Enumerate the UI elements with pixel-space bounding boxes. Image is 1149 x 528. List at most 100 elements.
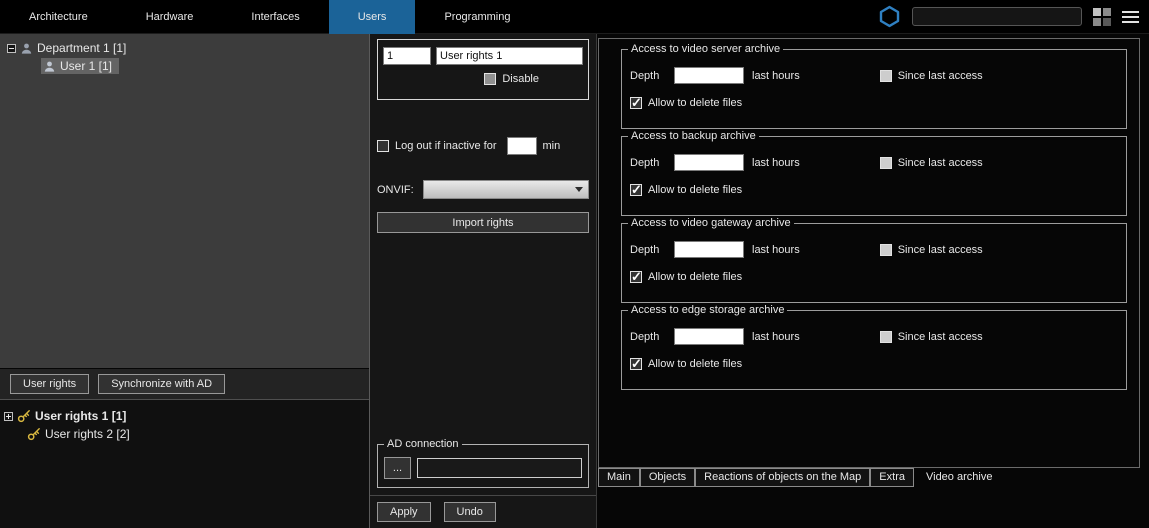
since-last-access-label: Since last access — [898, 331, 983, 343]
allow-delete-checkbox[interactable] — [630, 358, 642, 370]
onvif-row: ONVIF: — [377, 180, 589, 199]
tab-main[interactable]: Main — [598, 468, 640, 487]
tree-item-label: User rights 1 [1] — [35, 409, 126, 423]
hamburger-menu-icon[interactable] — [1122, 11, 1139, 23]
depth-input[interactable] — [674, 67, 744, 84]
object-name-input[interactable] — [436, 47, 583, 65]
logout-inactive-row: Log out if inactive for min — [377, 137, 589, 155]
tree-item-label: User 1 [1] — [60, 59, 112, 73]
onvif-select[interactable] — [423, 180, 589, 199]
top-navigation-bar: Architecture Hardware Interfaces Users P… — [0, 0, 1149, 34]
logout-inactive-label: Log out if inactive for — [395, 140, 497, 152]
ad-connection-input[interactable] — [417, 458, 582, 478]
edge-storage-archive-groupbox: Access to edge storage archive Depth las… — [621, 310, 1127, 390]
chevron-down-icon — [575, 187, 583, 192]
rights-button-strip: User rights Synchronize with AD — [0, 368, 369, 400]
middle-spacer — [377, 233, 589, 444]
tab-interfaces[interactable]: Interfaces — [222, 0, 328, 34]
key-icon — [17, 409, 31, 423]
logout-minutes-input[interactable] — [507, 137, 537, 155]
last-hours-label: last hours — [752, 157, 800, 169]
logout-inactive-checkbox[interactable] — [377, 140, 389, 152]
last-hours-label: last hours — [752, 70, 800, 82]
apply-row: Apply Undo — [370, 495, 596, 528]
since-last-access-checkbox[interactable] — [880, 331, 892, 343]
tab-page-area: Access to video server archive Depth las… — [598, 38, 1140, 468]
tab-hardware[interactable]: Hardware — [117, 0, 223, 34]
video-archive-page: Access to video server archive Depth las… — [597, 34, 1149, 528]
allow-delete-label: Allow to delete files — [648, 358, 742, 370]
synchronize-ad-button[interactable]: Synchronize with AD — [98, 374, 225, 394]
import-rights-button[interactable]: Import rights — [377, 212, 589, 233]
tree-item-label: Department 1 [1] — [37, 41, 126, 55]
tab-reactions[interactable]: Reactions of objects on the Map — [695, 468, 870, 487]
collapse-expander-icon[interactable] — [7, 44, 16, 53]
tab-extra[interactable]: Extra — [870, 468, 914, 487]
undo-button[interactable]: Undo — [444, 502, 496, 522]
tree-item-user-rights-2[interactable]: User rights 2 [2] — [0, 425, 369, 443]
allow-delete-checkbox[interactable] — [630, 97, 642, 109]
user-icon — [43, 60, 56, 73]
hexagon-logo-icon — [878, 5, 901, 28]
tree-item-user-rights-1[interactable]: User rights 1 [1] — [0, 407, 369, 425]
groupbox-legend: Access to video server archive — [628, 43, 783, 55]
allow-delete-label: Allow to delete files — [648, 97, 742, 109]
last-hours-label: last hours — [752, 244, 800, 256]
depth-label: Depth — [630, 70, 666, 82]
since-last-access-checkbox[interactable] — [880, 70, 892, 82]
min-label: min — [543, 140, 561, 152]
user-rights-tree: User rights 1 [1] User rights 2 [2] — [0, 400, 369, 528]
tab-architecture[interactable]: Architecture — [0, 0, 117, 34]
department-icon — [20, 42, 33, 55]
tree-item-department[interactable]: Department 1 [1] — [0, 39, 369, 57]
depth-input[interactable] — [674, 328, 744, 345]
app-window: Architecture Hardware Interfaces Users P… — [0, 0, 1149, 528]
apply-button[interactable]: Apply — [377, 502, 431, 522]
video-gateway-archive-groupbox: Access to video gateway archive Depth la… — [621, 223, 1127, 303]
depth-input[interactable] — [674, 154, 744, 171]
since-last-access-label: Since last access — [898, 244, 983, 256]
identity-groupbox: Disable — [377, 39, 589, 100]
video-server-archive-groupbox: Access to video server archive Depth las… — [621, 49, 1127, 129]
since-last-access-label: Since last access — [898, 157, 983, 169]
bottom-tab-bar: Main Objects Reactions of objects on the… — [598, 468, 1140, 487]
search-input[interactable] — [912, 7, 1082, 26]
allow-delete-label: Allow to delete files — [648, 184, 742, 196]
tab-video-archive[interactable]: Video archive — [914, 468, 1004, 487]
allow-delete-checkbox[interactable] — [630, 271, 642, 283]
allow-delete-checkbox[interactable] — [630, 184, 642, 196]
object-id-input[interactable] — [383, 47, 431, 65]
allow-delete-label: Allow to delete files — [648, 271, 742, 283]
groupbox-legend: Access to video gateway archive — [628, 217, 794, 229]
tab-objects[interactable]: Objects — [640, 468, 695, 487]
ad-connection-groupbox: AD connection ... — [377, 444, 589, 488]
properties-panel: Disable Log out if inactive for min ONVI… — [370, 34, 597, 528]
since-last-access-checkbox[interactable] — [880, 157, 892, 169]
tab-users[interactable]: Users — [329, 0, 416, 34]
onvif-label: ONVIF: — [377, 184, 414, 196]
tree-item-label: User rights 2 [2] — [45, 427, 130, 441]
main-content: Department 1 [1] User 1 [1] User rights … — [0, 34, 1149, 528]
left-panel: Department 1 [1] User 1 [1] User rights … — [0, 34, 370, 528]
groupbox-legend: Access to backup archive — [628, 130, 759, 142]
last-hours-label: last hours — [752, 331, 800, 343]
backup-archive-groupbox: Access to backup archive Depth last hour… — [621, 136, 1127, 216]
depth-label: Depth — [630, 244, 666, 256]
grid-layout-icon[interactable] — [1093, 8, 1111, 26]
department-tree: Department 1 [1] User 1 [1] — [0, 34, 369, 368]
topbar-right-tools — [878, 5, 1149, 28]
groupbox-legend: Access to edge storage archive — [628, 304, 787, 316]
tree-item-user[interactable]: User 1 [1] — [0, 57, 369, 75]
depth-input[interactable] — [674, 241, 744, 258]
disable-label: Disable — [502, 73, 539, 85]
expand-expander-icon[interactable] — [4, 412, 13, 421]
tab-programming[interactable]: Programming — [415, 0, 539, 34]
disable-checkbox[interactable] — [484, 73, 496, 85]
depth-label: Depth — [630, 331, 666, 343]
since-last-access-checkbox[interactable] — [880, 244, 892, 256]
ad-connection-legend: AD connection — [384, 438, 462, 450]
user-rights-button[interactable]: User rights — [10, 374, 89, 394]
selected-tree-item[interactable]: User 1 [1] — [41, 58, 119, 74]
since-last-access-label: Since last access — [898, 70, 983, 82]
ad-browse-button[interactable]: ... — [384, 457, 411, 479]
